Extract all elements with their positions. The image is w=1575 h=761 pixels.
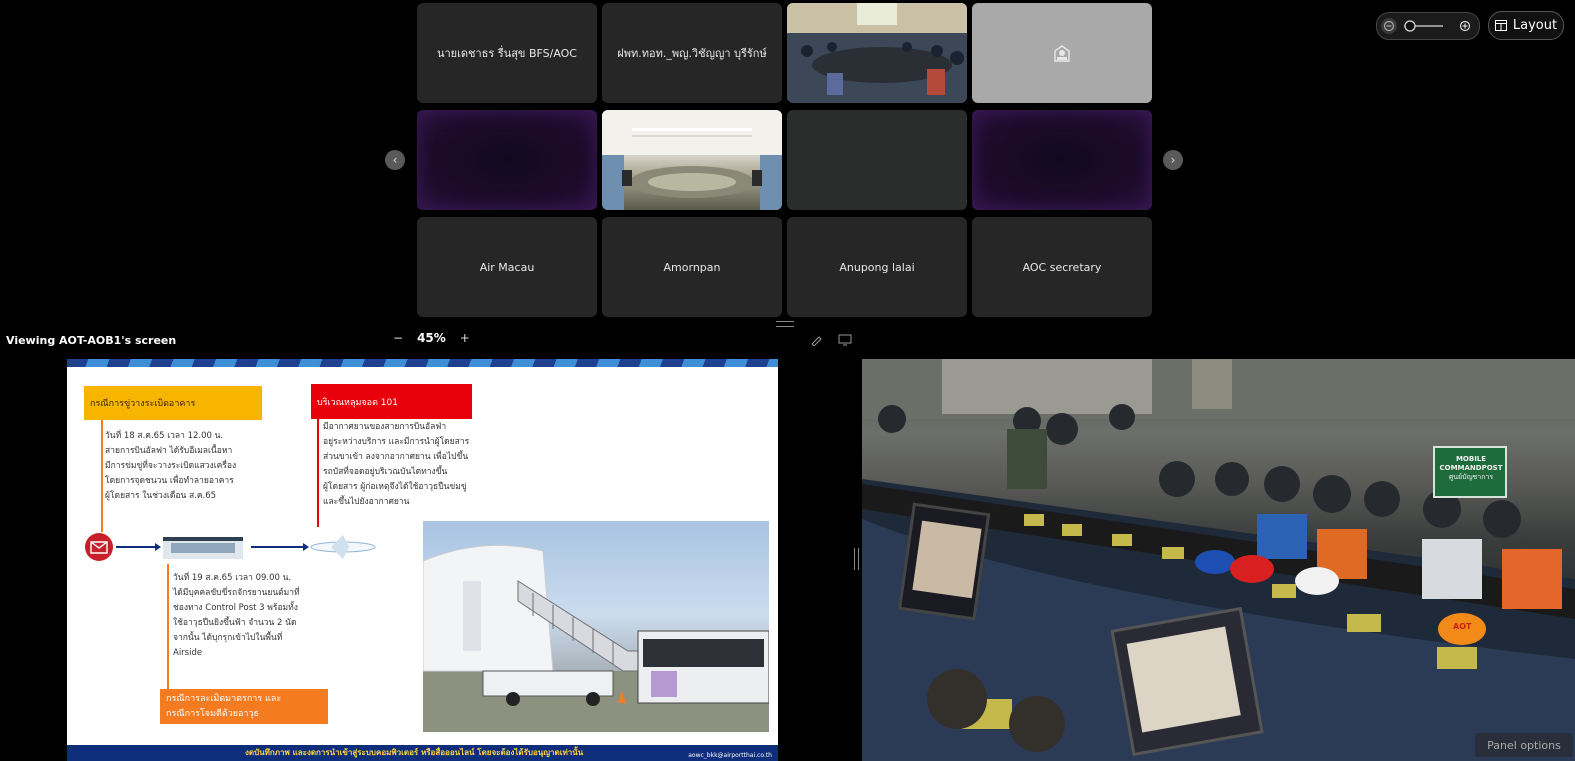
participant-tile[interactable]: AOC secretary bbox=[972, 217, 1152, 317]
text-line: และขึ้นไปยังอากาศยาน bbox=[323, 497, 410, 507]
timeline-line bbox=[167, 564, 169, 694]
scenario-title-stand-101: บริเวณหลุมจอด 101 bbox=[311, 384, 472, 419]
layout-label: Layout bbox=[1512, 18, 1558, 33]
gallery-zoom-control[interactable] bbox=[1376, 12, 1480, 40]
participant-tile[interactable] bbox=[972, 110, 1152, 210]
scenario-title-bomb-threat: กรณีการขู่วางระเบิดอาคาร bbox=[84, 386, 262, 420]
viewing-screen-label: Viewing AOT-AOB1's screen bbox=[6, 334, 177, 347]
text-line: ผู้โดยสาร ในช่วงเดือน ส.ค.65 bbox=[105, 491, 217, 501]
text-line: มีอากาศยานของสายการบินอัลฟ่า bbox=[323, 422, 447, 432]
participant-tile[interactable]: Air Macau bbox=[417, 217, 597, 317]
avatar-placeholder-icon bbox=[1054, 45, 1070, 62]
sign-line: MOBILE COMMANDPOST bbox=[1439, 455, 1503, 472]
participant-video-tile[interactable] bbox=[787, 3, 967, 103]
helmet-label: AOT bbox=[1453, 622, 1472, 631]
split-resize-handle[interactable] bbox=[854, 548, 859, 570]
timeline-line bbox=[101, 420, 103, 532]
conference-room-video bbox=[602, 110, 782, 210]
commandpost-sign-text: MOBILE COMMANDPOST ศูนย์บัญชาการ bbox=[1436, 455, 1506, 482]
participant-name: AOC secretary bbox=[1022, 260, 1102, 274]
participant-name: ฝพท.ทอท._พญ.วิชัญญา บุรีรักษ์ bbox=[617, 47, 767, 60]
previous-page-button[interactable]: ‹ bbox=[385, 150, 405, 170]
text-line: วันที่ 19 ส.ค.65 เวลา 09.00 น. bbox=[173, 573, 292, 583]
participant-name: Anupong lalai bbox=[839, 260, 915, 274]
participant-name: Amornpan bbox=[663, 260, 721, 274]
slide-footer-notice: งดบันทึกภาพ และงดการนำเข้าสู่ระบบคอมพิวเ… bbox=[245, 748, 584, 757]
participant-name: Air Macau bbox=[479, 260, 535, 274]
sign-line: ศูนย์บัญชาการ bbox=[1448, 473, 1494, 481]
chevron-left-icon: ‹ bbox=[392, 153, 398, 167]
participant-tile[interactable]: Anupong lalai bbox=[787, 217, 967, 317]
layout-button[interactable]: Layout bbox=[1488, 11, 1564, 40]
layout-icon bbox=[1494, 20, 1507, 31]
flow-diagram bbox=[85, 533, 376, 561]
shared-screen-slide: กรณีการขู่วางระเบิดอาคาร วันที่ 18 ส.ค.6… bbox=[67, 359, 778, 761]
text-line: วันที่ 18 ส.ค.65 เวลา 12.00 น. bbox=[105, 431, 224, 441]
text-line: กรณีการโจมตีด้วยอาวุธ bbox=[166, 708, 260, 719]
slide-footer-email: aowc_bkk@airportthai.co.th bbox=[688, 752, 772, 759]
text-line: อยู่ระหว่างบริการ และมีการนำผู้โดยสาร bbox=[323, 437, 470, 447]
participant-gallery: นายเดชาธร รื่นสุข BFS/AOC ฝพท.ทอท._พญ.วิ… bbox=[417, 3, 1158, 319]
text-line: ช่องทาง Control Post 3 พร้อมทั้ง bbox=[173, 603, 298, 613]
scenario-text-control-post: วันที่ 19 ส.ค.65 เวลา 09.00 น. ได้มีบุคค… bbox=[173, 571, 300, 661]
zoom-percent: 45% bbox=[417, 331, 446, 345]
text-line: ใช้อาวุธปืนยิงขึ้นฟ้า จำนวน 2 นัด bbox=[173, 618, 297, 628]
participant-tile[interactable] bbox=[787, 110, 967, 210]
text-line: ผู้โดยสาร ผู้ก่อเหตุจึงได้ใช้อาวุธปืนข่ม… bbox=[323, 482, 467, 492]
text-line: กรณีการละเมิดมาตรการ และ bbox=[166, 693, 282, 704]
text-line: ส่วนขาเข้า ลงจากอากาศยาน เพื่อไปขึ้น bbox=[323, 452, 469, 462]
timeline-line bbox=[317, 419, 319, 527]
zoom-slider bbox=[1381, 18, 1471, 34]
participant-tile[interactable] bbox=[972, 3, 1152, 103]
participant-name: นายเดชาธร รื่นสุข BFS/AOC bbox=[436, 47, 577, 60]
meeting-room-camera-feed: MOBILE COMMANDPOST ศูนย์บัญชาการ AOT bbox=[862, 359, 1575, 761]
participant-tile[interactable] bbox=[417, 110, 597, 210]
zoom-slider-thumb bbox=[1404, 20, 1416, 32]
participant-tile[interactable]: ฝพท.ทอท._พญ.วิชัญญา บุรีรักษ์ bbox=[602, 3, 782, 103]
email-icon bbox=[85, 533, 113, 561]
meeting-room-video bbox=[787, 3, 967, 103]
text-line: สายการบินอัลฟา ได้รับอีเมลเนื้อหา bbox=[105, 446, 233, 456]
scenario-text-bomb-threat: วันที่ 18 ส.ค.65 เวลา 12.00 น. สายการบิน… bbox=[105, 429, 236, 504]
zoom-out-button[interactable]: − bbox=[393, 331, 403, 345]
participant-tile[interactable]: นายเดชาธร รื่นสุข BFS/AOC bbox=[417, 3, 597, 103]
next-page-button[interactable]: › bbox=[1163, 150, 1183, 170]
text-line: รถบัสที่จอดอยู่บริเวณบันไดทางขึ้น bbox=[323, 467, 448, 477]
resize-handle[interactable] bbox=[776, 321, 794, 327]
text-line: โดยการจุดชนวน เพื่อทำลายอาคาร bbox=[105, 476, 234, 486]
chevron-right-icon: › bbox=[1170, 153, 1176, 167]
aircraft-photo bbox=[423, 521, 769, 732]
text-line: มีการข่มขู่ที่จะวางระเบิดแสวงเครื่อง bbox=[105, 461, 237, 471]
text-line: ได้มีบุคคลขับขี่รถจักรยานยนต์มาที่ bbox=[173, 588, 300, 598]
share-zoom-control: − 45% + bbox=[393, 331, 470, 345]
participant-video-tile[interactable] bbox=[602, 110, 782, 210]
panel-options-button[interactable]: Panel options bbox=[1475, 733, 1573, 757]
annotate-icon[interactable] bbox=[810, 334, 824, 347]
scenario-text-stand-101: มีอากาศยานของสายการบินอัลฟ่า อยู่ระหว่าง… bbox=[323, 420, 469, 510]
zoom-in-button[interactable]: + bbox=[460, 331, 470, 345]
screen-options-icon[interactable] bbox=[838, 334, 852, 346]
slide-top-stripe bbox=[67, 359, 778, 367]
scenario-title-security-breach: กรณีการละเมิดมาตรการ และ กรณีการโจมตีด้ว… bbox=[160, 689, 328, 724]
text-line: Airside bbox=[173, 648, 203, 658]
terminal-building-icon bbox=[163, 537, 243, 559]
airplane-icon bbox=[310, 535, 376, 559]
text-line: จากนั้น ได้บุกรุกเข้าไปในพื้นที่ bbox=[173, 633, 283, 643]
participant-tile[interactable]: Amornpan bbox=[602, 217, 782, 317]
